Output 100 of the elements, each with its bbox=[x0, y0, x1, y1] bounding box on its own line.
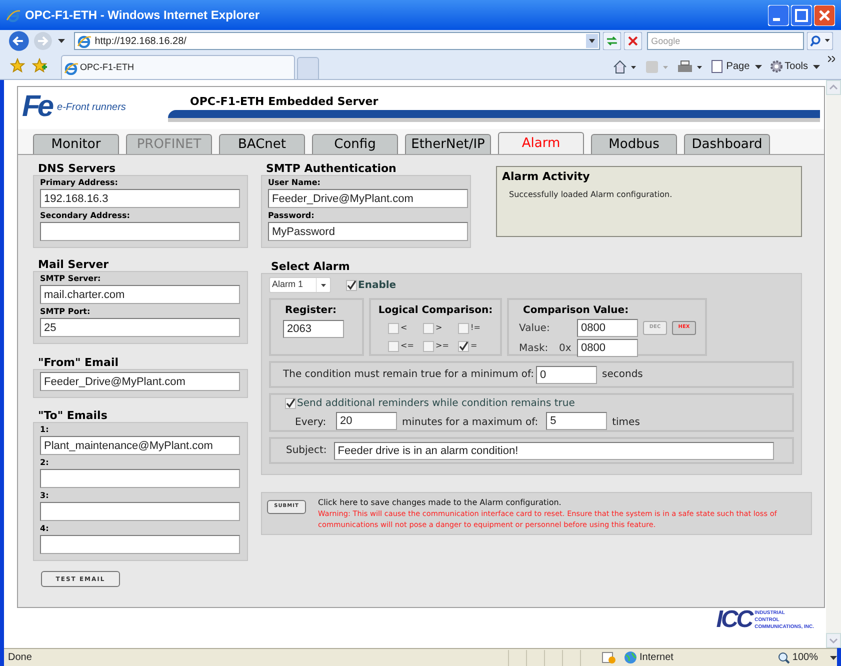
checked-checkbox[interactable] bbox=[285, 398, 296, 409]
address-field[interactable]: http://192.168.16.28/ bbox=[74, 32, 600, 50]
stop-button[interactable] bbox=[624, 32, 642, 50]
nav-tab[interactable]: Modbus bbox=[591, 134, 677, 154]
field-label: 1: bbox=[40, 425, 50, 435]
field-label: Logical Comparison: bbox=[378, 304, 493, 318]
unit-label: times bbox=[612, 416, 640, 430]
refresh-button[interactable] bbox=[603, 32, 622, 50]
input-field[interactable]: Feeder drive is in an alarm condition! bbox=[334, 442, 774, 460]
input-field[interactable]: 2063 bbox=[283, 320, 344, 338]
status-text: Done bbox=[8, 651, 33, 665]
input-field[interactable]: 5 bbox=[546, 412, 608, 430]
field-label: Value: bbox=[519, 322, 551, 336]
input-field[interactable]: 0800 bbox=[577, 319, 638, 337]
chevron-icon[interactable] bbox=[828, 56, 835, 62]
field-label: 3: bbox=[40, 491, 50, 501]
dropdown-caret-icon[interactable] bbox=[586, 34, 598, 48]
field-label: Password: bbox=[268, 211, 316, 221]
input-field[interactable]: Feeder_Drive@MyPlant.com bbox=[40, 372, 240, 391]
input-field[interactable]: mail.charter.com bbox=[40, 285, 240, 304]
checkbox-label: Send additional reminders while condition remains true bbox=[297, 397, 575, 411]
checkbox-label: != bbox=[470, 322, 480, 334]
field-label: Secondary Address: bbox=[40, 211, 131, 221]
dropdown-caret-icon[interactable] bbox=[58, 39, 65, 43]
add-favorite-icon[interactable] bbox=[32, 58, 47, 73]
home-icon[interactable] bbox=[613, 60, 638, 74]
input-field[interactable]: 0 bbox=[536, 366, 598, 384]
input-field[interactable]: 25 bbox=[40, 318, 240, 337]
checkbox-label: < bbox=[400, 322, 408, 334]
checkbox[interactable] bbox=[422, 340, 434, 352]
page-menu[interactable]: Page bbox=[711, 59, 762, 74]
security-zone[interactable]: Internet bbox=[624, 650, 774, 665]
checked-checkbox[interactable] bbox=[346, 280, 357, 290]
checkbox-label: > bbox=[436, 322, 442, 334]
checkbox-label: = bbox=[470, 340, 478, 352]
group-heading: "To" Emails bbox=[37, 410, 108, 422]
nav-tab[interactable]: Alarm bbox=[498, 132, 584, 154]
field-label: Subject: bbox=[286, 444, 327, 458]
zoom-control[interactable]: 100% bbox=[778, 650, 837, 665]
status-message: Successfully loaded Alarm configuration. bbox=[509, 188, 672, 200]
dropdown-caret-icon bbox=[754, 64, 762, 68]
browser-tab[interactable]: OPC-F1-ETH bbox=[61, 55, 295, 79]
page-icon bbox=[76, 34, 91, 48]
field-label: The condition must remain true for a minimum of: bbox=[283, 368, 534, 382]
input-field[interactable]: 192.168.16.3 bbox=[40, 189, 240, 208]
input-field[interactable]: 0800 bbox=[577, 339, 638, 357]
input-field[interactable] bbox=[40, 535, 240, 554]
close-button[interactable] bbox=[814, 4, 835, 26]
nav-tab[interactable]: Monitor bbox=[33, 134, 119, 154]
field-label: minutes for a maximum of: bbox=[402, 416, 538, 430]
dropdown-caret-icon bbox=[813, 64, 820, 68]
checkbox-label: Enable bbox=[358, 278, 396, 292]
checkbox[interactable] bbox=[422, 322, 434, 334]
checkbox[interactable] bbox=[388, 322, 398, 334]
nav-tab[interactable]: EtherNet/IP bbox=[405, 134, 491, 154]
checkbox-label: >= bbox=[436, 340, 449, 352]
field-label: 2: bbox=[40, 458, 50, 468]
minimize-button[interactable] bbox=[768, 4, 789, 26]
search-field[interactable]: Google bbox=[647, 32, 804, 50]
page-title: OPC-F1-ETH Embedded Server bbox=[190, 94, 378, 110]
panel-title: Alarm Activity bbox=[502, 169, 590, 185]
alarm-dropdown[interactable]: Alarm 1 bbox=[269, 277, 331, 293]
window-title: OPC-F1-ETH - Windows Internet Explorer bbox=[25, 7, 260, 24]
group-heading: DNS Servers bbox=[37, 163, 116, 175]
field-label: Register: bbox=[285, 304, 337, 318]
field-label: Mask: bbox=[519, 342, 550, 356]
input-field[interactable]: MyPassword bbox=[268, 222, 468, 241]
nav-tab[interactable]: Config bbox=[312, 134, 398, 154]
input-field[interactable]: Feeder_Drive@MyPlant.com bbox=[268, 189, 468, 208]
page-icon bbox=[711, 60, 724, 73]
favorites-star-icon[interactable] bbox=[10, 58, 25, 73]
field-label: Every: bbox=[295, 416, 328, 430]
gear-icon bbox=[770, 60, 783, 73]
input-field[interactable]: 20 bbox=[336, 412, 397, 430]
nav-tab[interactable]: BACnet bbox=[219, 134, 305, 154]
checkbox[interactable] bbox=[388, 340, 398, 352]
input-field[interactable] bbox=[40, 469, 240, 488]
warning-icon bbox=[602, 652, 616, 664]
maximize-button[interactable] bbox=[791, 4, 812, 26]
scrollbar[interactable] bbox=[826, 80, 841, 648]
input-field[interactable] bbox=[40, 222, 240, 241]
nav-tab[interactable]: Dashboard bbox=[684, 134, 770, 154]
checked-checkbox[interactable] bbox=[458, 340, 468, 352]
input-field[interactable] bbox=[40, 502, 240, 521]
checkbox-label: <= bbox=[400, 340, 414, 352]
dropdown-caret-icon bbox=[830, 656, 837, 660]
search-button[interactable] bbox=[807, 32, 833, 50]
group-heading: Select Alarm bbox=[270, 261, 351, 273]
field-label: User Name: bbox=[268, 178, 322, 188]
field-label: 4: bbox=[40, 524, 50, 534]
zoom-icon bbox=[778, 652, 790, 664]
field-label: Primary Address: bbox=[40, 178, 119, 188]
globe-icon bbox=[624, 651, 637, 664]
back-button[interactable] bbox=[8, 30, 30, 52]
checkbox[interactable] bbox=[458, 322, 468, 334]
input-field[interactable]: Plant_maintenance@MyPlant.com bbox=[40, 436, 240, 455]
field-label: SMTP Server: bbox=[40, 274, 102, 284]
print-icon[interactable] bbox=[677, 60, 704, 74]
browser-logo-icon bbox=[6, 8, 21, 22]
tools-menu[interactable]: Tools bbox=[770, 59, 820, 74]
